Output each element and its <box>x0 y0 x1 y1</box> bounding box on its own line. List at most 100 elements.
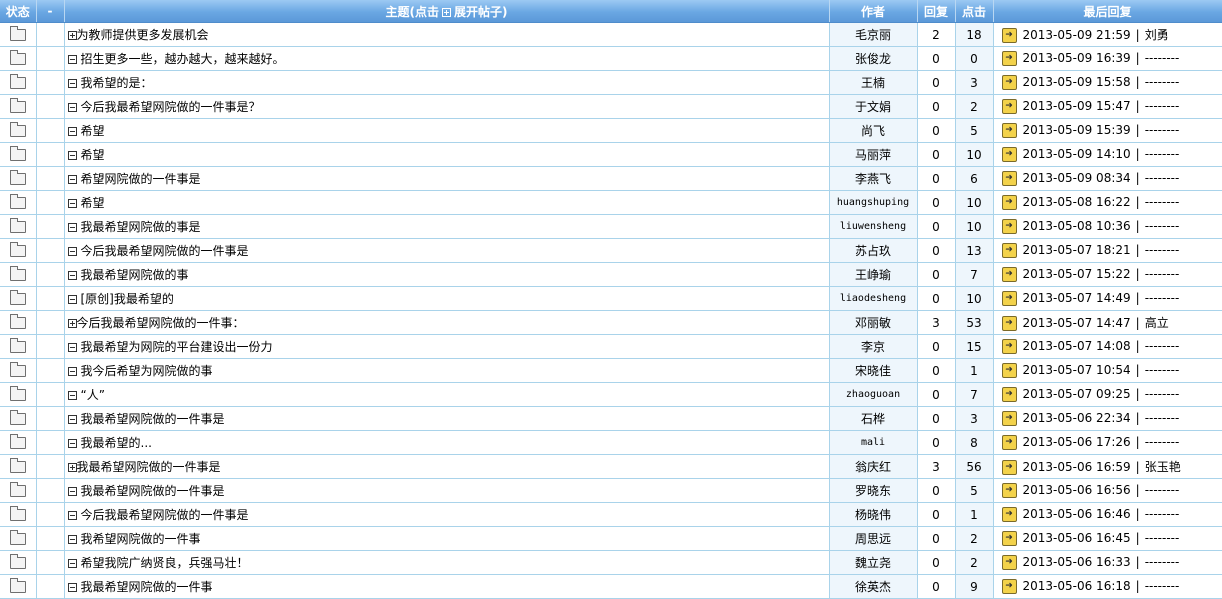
table-row[interactable]: 我希望的是： 王楠 0 3 ➜ 2013-05-09 15:58 | -------- <box>0 70 1222 95</box>
last-reply-user[interactable]: 张玉艳 <box>1145 460 1181 474</box>
table-row[interactable]: [原创]我最希望的 liaodesheng 0 10 ➜ 2013-05-07 1… <box>0 286 1222 311</box>
topic-title-link[interactable]: 我最希望网院做的一件事 <box>81 580 213 594</box>
table-row[interactable]: 我最希望网院做的一件事是 翁庆红 3 56 ➜ 2013-05-06 16:59 |… <box>0 454 1222 479</box>
author-cell[interactable]: 毛京丽 <box>829 22 918 47</box>
last-reply-user[interactable]: 高立 <box>1145 316 1169 330</box>
author-cell[interactable]: 张俊龙 <box>829 46 918 71</box>
last-reply-user[interactable]: -------- <box>1145 219 1180 233</box>
expand-toggle-icon[interactable] <box>67 535 77 544</box>
table-row[interactable]: 为教师提供更多发展机会 毛京丽 2 18 ➜ 2013-05-09 21:59 | 刘… <box>0 22 1222 47</box>
author-cell[interactable]: 翁庆红 <box>829 454 918 479</box>
last-reply-user[interactable]: -------- <box>1145 147 1180 161</box>
expand-toggle-icon[interactable] <box>67 463 77 472</box>
author-cell[interactable]: liaodesheng <box>829 286 918 311</box>
author-cell[interactable]: 王峥瑜 <box>829 262 918 287</box>
table-row[interactable]: 希望我院广纳贤良，兵强马壮！ 魏立尧 0 2 ➜ 2013-05-06 16:33… <box>0 550 1222 575</box>
go-to-last-post-icon[interactable]: ➜ <box>1001 316 1017 331</box>
topic-title-link[interactable]: 我最希望网院做的事 <box>81 268 189 282</box>
table-row[interactable]: 希望 马丽萍 0 10 ➜ 2013-05-09 14:10 | -------- <box>0 142 1222 167</box>
expand-toggle-icon[interactable] <box>67 55 77 64</box>
topic-title-link[interactable]: 希望 <box>81 196 105 210</box>
topic-title-link[interactable]: 今后我最希望网院做的一件事是 <box>81 244 249 258</box>
table-row[interactable]: 我最希望为网院的平台建设出一份力 李京 0 15 ➜ 2013-05-07 14:… <box>0 334 1222 359</box>
topic-title-link[interactable]: 希望网院做的一件事是 <box>81 172 201 186</box>
topic-title-link[interactable]: 我今后希望为网院做的事 <box>81 364 213 378</box>
go-to-last-post-icon[interactable]: ➜ <box>1001 555 1017 570</box>
go-to-last-post-icon[interactable]: ➜ <box>1001 51 1017 66</box>
go-to-last-post-icon[interactable]: ➜ <box>1001 99 1017 114</box>
expand-toggle-icon[interactable] <box>67 175 77 184</box>
last-reply-user[interactable]: -------- <box>1145 195 1180 209</box>
last-reply-user[interactable]: -------- <box>1145 411 1180 425</box>
table-row[interactable]: 我最希望的... mali 0 8 ➜ 2013-05-06 17:26 | ----… <box>0 430 1222 455</box>
go-to-last-post-icon[interactable]: ➜ <box>1001 579 1017 594</box>
last-reply-user[interactable]: -------- <box>1145 267 1180 281</box>
expand-toggle-icon[interactable] <box>67 487 77 496</box>
topic-title-link[interactable]: 我最希望网院做的一件事是 <box>77 460 221 474</box>
topic-title-link[interactable]: 为教师提供更多发展机会 <box>77 28 209 42</box>
topic-title-link[interactable]: 我最希望网院做的一件事是 <box>81 484 225 498</box>
last-reply-user[interactable]: -------- <box>1145 339 1180 353</box>
last-reply-user[interactable]: -------- <box>1145 123 1180 137</box>
table-row[interactable]: 招生更多一些，越办越大，越来越好。 张俊龙 0 0 ➜ 2013-05-09 16… <box>0 46 1222 71</box>
last-reply-user[interactable]: -------- <box>1145 99 1180 113</box>
expand-toggle-icon[interactable] <box>67 271 77 280</box>
author-cell[interactable]: 李京 <box>829 334 918 359</box>
go-to-last-post-icon[interactable]: ➜ <box>1001 507 1017 522</box>
last-reply-user[interactable]: -------- <box>1145 75 1180 89</box>
expand-toggle-icon[interactable] <box>67 127 77 136</box>
last-reply-user[interactable]: -------- <box>1145 555 1180 569</box>
expand-toggle-icon[interactable] <box>67 199 77 208</box>
expand-toggle-icon[interactable] <box>67 559 77 568</box>
go-to-last-post-icon[interactable]: ➜ <box>1001 267 1017 282</box>
last-reply-user[interactable]: -------- <box>1145 171 1180 185</box>
author-cell[interactable]: 马丽萍 <box>829 142 918 167</box>
author-cell[interactable]: 尚飞 <box>829 118 918 143</box>
topic-title-link[interactable]: 今后我最希望网院做的一件事： <box>77 316 245 330</box>
last-reply-user[interactable]: -------- <box>1145 363 1180 377</box>
last-reply-user[interactable]: -------- <box>1145 243 1180 257</box>
table-row[interactable]: 今后我最希望网院做的一件事是？ 于文娟 0 2 ➜ 2013-05-09 15:4… <box>0 94 1222 119</box>
go-to-last-post-icon[interactable]: ➜ <box>1001 483 1017 498</box>
go-to-last-post-icon[interactable]: ➜ <box>1001 363 1017 378</box>
expand-toggle-icon[interactable] <box>67 415 77 424</box>
table-row[interactable]: 我最希望网院做的事是 liuwensheng 0 10 ➜ 2013-05-08 … <box>0 214 1222 239</box>
last-reply-user[interactable]: -------- <box>1145 387 1180 401</box>
go-to-last-post-icon[interactable]: ➜ <box>1001 339 1017 354</box>
table-row[interactable]: “人” zhaoguoan 0 7 ➜ 2013-05-07 09:25 | ----… <box>0 382 1222 407</box>
table-row[interactable]: 我最希望网院做的事 王峥瑜 0 7 ➜ 2013-05-07 15:22 | ----… <box>0 262 1222 287</box>
expand-toggle-icon[interactable] <box>67 319 77 328</box>
last-reply-user[interactable]: -------- <box>1145 507 1180 521</box>
author-cell[interactable]: 苏占玖 <box>829 238 918 263</box>
go-to-last-post-icon[interactable]: ➜ <box>1001 531 1017 546</box>
expand-toggle-icon[interactable] <box>67 31 77 40</box>
topic-title-link[interactable]: 我最希望的... <box>81 436 152 450</box>
topic-title-link[interactable]: 希望 <box>81 148 105 162</box>
author-cell[interactable]: 于文娟 <box>829 94 918 119</box>
go-to-last-post-icon[interactable]: ➜ <box>1001 435 1017 450</box>
header-dash[interactable]: - <box>36 0 65 23</box>
last-reply-user[interactable]: -------- <box>1145 579 1180 593</box>
author-cell[interactable]: 李燕飞 <box>829 166 918 191</box>
go-to-last-post-icon[interactable]: ➜ <box>1001 75 1017 90</box>
table-row[interactable]: 希望网院做的一件事是 李燕飞 0 6 ➜ 2013-05-09 08:34 | ---… <box>0 166 1222 191</box>
author-cell[interactable]: 邓丽敏 <box>829 310 918 335</box>
expand-toggle-icon[interactable] <box>67 511 77 520</box>
expand-toggle-icon[interactable] <box>67 439 77 448</box>
topic-title-link[interactable]: 我希望的是： <box>81 76 153 90</box>
go-to-last-post-icon[interactable]: ➜ <box>1001 243 1017 258</box>
topic-title-link[interactable]: 今后我最希望网院做的一件事是 <box>81 508 249 522</box>
expand-toggle-icon[interactable] <box>67 151 77 160</box>
table-row[interactable]: 我今后希望为网院做的事 宋晓佳 0 1 ➜ 2013-05-07 10:54 | --… <box>0 358 1222 383</box>
go-to-last-post-icon[interactable]: ➜ <box>1001 411 1017 426</box>
last-reply-user[interactable]: -------- <box>1145 51 1180 65</box>
author-cell[interactable]: 王楠 <box>829 70 918 95</box>
expand-toggle-icon[interactable] <box>67 343 77 352</box>
topic-title-link[interactable]: “人” <box>81 388 105 402</box>
expand-toggle-icon[interactable] <box>67 79 77 88</box>
go-to-last-post-icon[interactable]: ➜ <box>1001 195 1017 210</box>
last-reply-user[interactable]: -------- <box>1145 483 1180 497</box>
table-row[interactable]: 我最希望网院做的一件事是 石桦 0 3 ➜ 2013-05-06 22:34 | --… <box>0 406 1222 431</box>
table-row[interactable]: 希望 尚飞 0 5 ➜ 2013-05-09 15:39 | -------- <box>0 118 1222 143</box>
table-row[interactable]: 我最希望网院做的一件事 徐英杰 0 9 ➜ 2013-05-06 16:18 | --… <box>0 574 1222 599</box>
